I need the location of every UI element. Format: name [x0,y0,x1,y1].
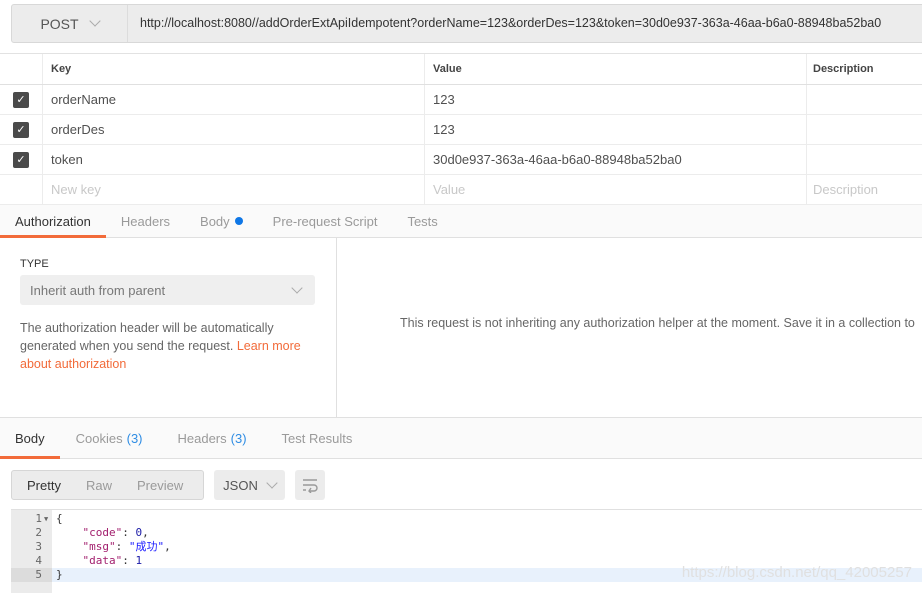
type-label: TYPE [20,258,49,270]
json-value: "成功" [128,540,165,553]
watermark: https://blog.csdn.net/qq_42005257 [681,564,912,581]
line-number: 4 [35,554,42,567]
cookies-count: (3) [126,430,143,446]
new-description-input[interactable]: Description [807,175,922,204]
tab-tests[interactable]: Tests [392,205,452,237]
tab-response-headers[interactable]: Headers (3) [158,418,262,458]
tab-headers-label: Headers [177,430,227,446]
json-key: "data" [82,554,123,567]
tab-cookies-label: Cookies [75,430,123,446]
auth-message: This request is not inheriting any autho… [400,316,915,330]
view-mode-group: Pretty Raw Preview [11,470,204,500]
line-number: 5 [11,568,52,582]
request-tabs: Authorization Headers Body Pre-request S… [0,205,922,238]
row-checkbox[interactable]: ✓ [13,151,29,168]
table-header: Key Value Description [0,54,922,85]
row-checkbox[interactable]: ✓ [13,91,29,108]
method-select[interactable]: POST [12,5,128,42]
header-description: Description [813,63,874,75]
description-cell[interactable] [807,145,922,174]
headers-count: (3) [230,430,247,446]
tab-cookies[interactable]: Cookies (3) [60,418,158,458]
json-key: "msg" [82,540,116,553]
table-row: ✓ token 30d0e937-363a-46aa-b6a0-88948ba5… [0,145,922,175]
modified-dot-icon [234,217,243,225]
code-line: { [56,512,63,525]
table-row: ✓ orderDes 123 [0,115,922,145]
key-cell[interactable]: orderDes [43,115,425,144]
auth-description-text: The authorization header will be automat… [20,321,274,353]
auth-type-value: Inherit auth from parent [30,282,166,298]
tab-response-body[interactable]: Body [0,418,60,459]
key-cell[interactable]: token [43,145,425,174]
tab-test-results[interactable]: Test Results [262,418,368,458]
tab-body-label: Body [200,213,230,229]
key-cell[interactable]: orderName [43,85,425,114]
auth-type-select[interactable]: Inherit auth from parent [20,275,315,305]
raw-button[interactable]: Raw [71,478,122,493]
chevron-down-icon [266,476,278,489]
wrap-icon [303,479,318,493]
chevron-down-icon [88,15,101,27]
auth-description: The authorization header will be automat… [20,319,316,373]
value-cell[interactable]: 30d0e937-363a-46aa-b6a0-88948ba52ba0 [425,145,807,174]
response-tabs: Body Cookies (3) Headers (3) Test Results [0,418,922,459]
code-line: "msg": "成功", [82,540,171,553]
row-checkbox[interactable]: ✓ [13,121,29,138]
chevron-down-icon [291,281,303,294]
code-line: "code": 0, [82,526,149,539]
wrap-lines-button[interactable] [295,470,325,500]
format-select[interactable]: JSON [214,470,285,500]
auth-settings: TYPE Inherit auth from parent The author… [0,238,337,418]
fold-arrow-icon[interactable]: ▼ [44,515,48,523]
tab-headers[interactable]: Headers [106,205,185,237]
pretty-button[interactable]: Pretty [12,478,71,493]
description-cell[interactable] [807,115,922,144]
auth-panel: TYPE Inherit auth from parent The author… [0,238,922,418]
new-row: New key Value Description [0,175,922,205]
value-cell[interactable]: 123 [425,115,807,144]
header-key: Key [43,54,425,84]
header-value: Value [425,54,807,84]
url-input[interactable]: http://localhost:8080//addOrderExtApiIde… [140,5,881,42]
tab-pre-request-script[interactable]: Pre-request Script [258,205,393,237]
tab-authorization[interactable]: Authorization [0,205,106,238]
description-cell[interactable] [807,85,922,114]
line-number: 3 [35,540,42,553]
format-value: JSON [223,477,258,493]
preview-button[interactable]: Preview [122,478,193,493]
json-value: 1 [135,554,143,567]
value-cell[interactable]: 123 [425,85,807,114]
table-row: ✓ orderName 123 [0,85,922,115]
method-label: POST [40,15,79,32]
json-value: 0 [135,526,143,539]
line-number: 2 [35,526,42,539]
url-bar: POST http://localhost:8080//addOrderExtA… [11,4,922,43]
tab-body[interactable]: Body [185,205,258,237]
new-key-input[interactable]: New key [43,175,425,204]
params-table: Key Value Description ✓ orderName 123 ✓ … [0,53,922,205]
json-key: "code" [82,526,123,539]
new-value-input[interactable]: Value [425,175,807,204]
